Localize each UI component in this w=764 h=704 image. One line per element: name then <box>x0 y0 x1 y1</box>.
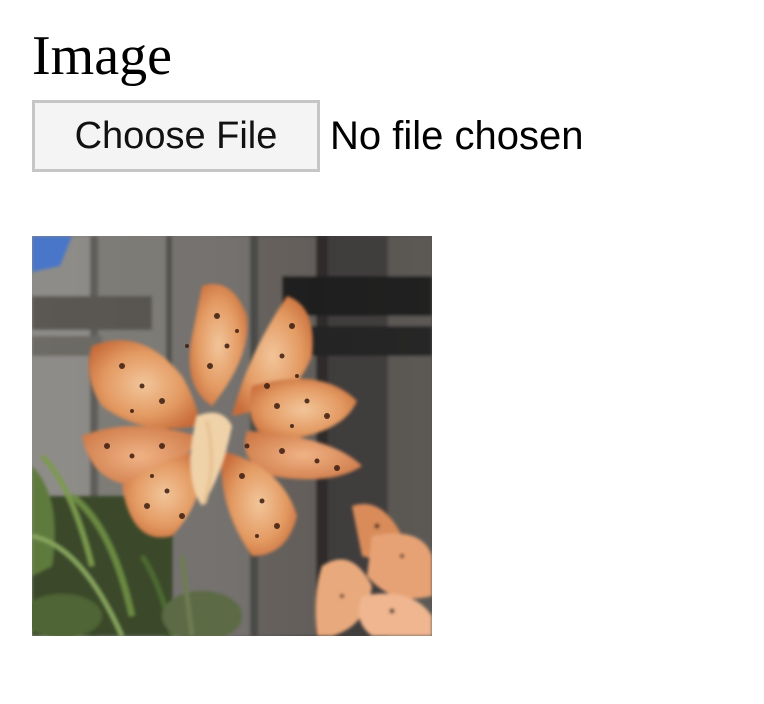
image-preview <box>32 236 432 636</box>
file-status-text: No file chosen <box>330 113 584 158</box>
form-title: Image <box>32 25 172 87</box>
file-input[interactable]: Choose File No file chosen <box>32 100 583 172</box>
upload-form: Image Choose File No file chosen <box>0 0 764 704</box>
choose-file-button[interactable]: Choose File <box>32 100 320 172</box>
